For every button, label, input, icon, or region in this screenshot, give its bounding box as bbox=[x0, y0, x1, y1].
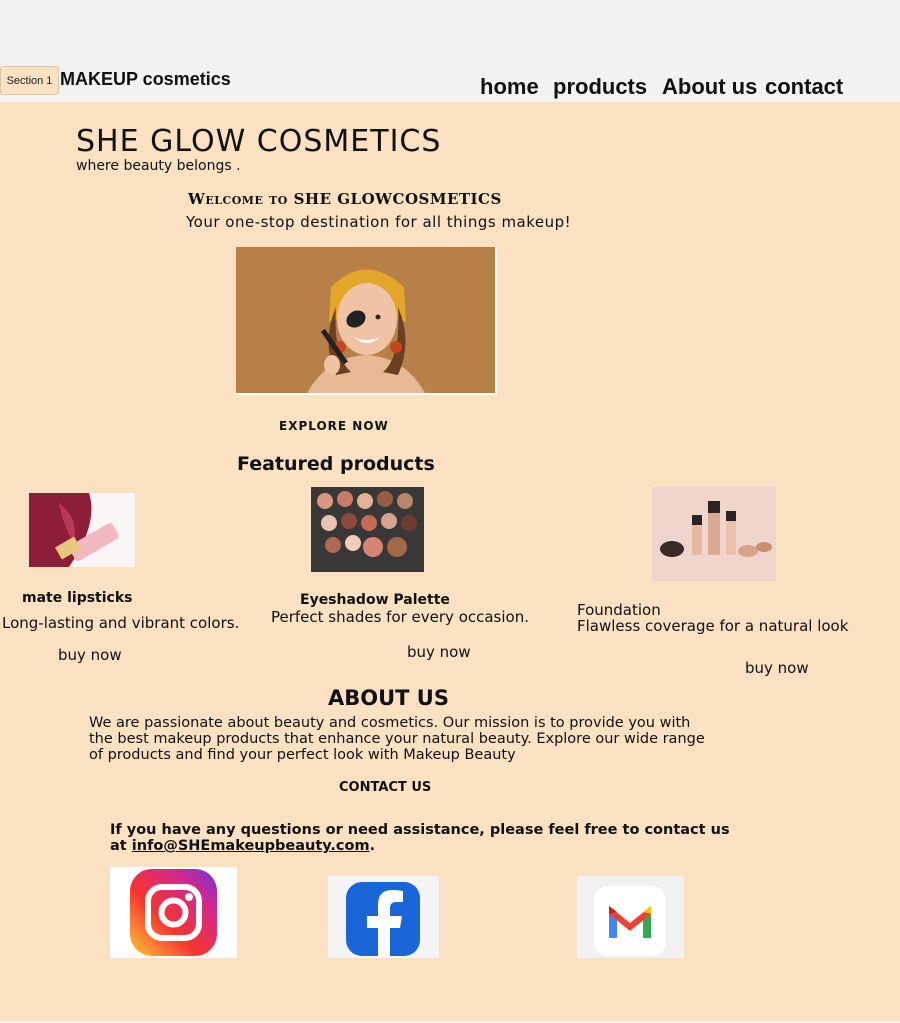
buy-now-eyeshadow-button[interactable]: buy now bbox=[407, 643, 471, 661]
eyeshadow-image bbox=[311, 487, 424, 572]
contact-us-text: If you have any questions or need assist… bbox=[110, 822, 730, 854]
nav-products[interactable]: products bbox=[553, 74, 647, 100]
product-name-lipstick: mate lipsticks bbox=[22, 590, 133, 606]
buy-now-lipstick-button[interactable]: buy now bbox=[58, 646, 122, 664]
gmail-logo bbox=[577, 876, 684, 958]
gmail-icon[interactable] bbox=[577, 876, 684, 958]
site-title: SHE GLOW COSMETICS bbox=[76, 124, 442, 159]
lipstick-illustration bbox=[29, 493, 135, 567]
explore-now-button[interactable]: EXPLORE NOW bbox=[279, 419, 389, 433]
product-desc-eyeshadow: Perfect shades for every occasion. bbox=[271, 608, 529, 626]
top-header: Section 1 MAKEUP cosmetics home products… bbox=[0, 0, 900, 102]
welcome-heading: Welcome to SHE GLOWCOSMETICS bbox=[188, 190, 502, 208]
facebook-logo bbox=[328, 876, 439, 958]
main-content: SHE GLOW COSMETICS where beauty belongs … bbox=[0, 102, 900, 1021]
contact-us-heading: CONTACT US bbox=[339, 780, 432, 795]
nav-home[interactable]: home bbox=[480, 74, 539, 100]
about-us-heading: ABOUT US bbox=[328, 686, 449, 710]
site-tagline: where beauty belongs . bbox=[76, 158, 241, 174]
nav-about-us[interactable]: About us bbox=[662, 74, 757, 100]
featured-products-heading: Featured products bbox=[237, 453, 435, 475]
instagram-logo bbox=[130, 869, 217, 956]
about-us-text: We are passionate about beauty and cosme… bbox=[89, 715, 705, 763]
foundation-image bbox=[652, 487, 776, 581]
lipstick-image bbox=[29, 493, 135, 567]
contact-email-link[interactable]: info@SHEmakeupbeauty.com bbox=[132, 838, 370, 854]
welcome-subtitle: Your one-stop destination for all things… bbox=[186, 213, 572, 231]
product-desc-lipstick: Long-lasting and vibrant colors. bbox=[2, 614, 240, 632]
product-name-eyeshadow: Eyeshadow Palette bbox=[300, 592, 450, 608]
hero-woman-illustration bbox=[236, 247, 495, 393]
hero-image bbox=[236, 247, 497, 395]
facebook-icon[interactable] bbox=[328, 876, 439, 958]
foundation-illustration bbox=[652, 487, 776, 581]
product-desc-foundation: Flawless coverage for a natural look bbox=[577, 617, 849, 635]
contact-end: . bbox=[369, 838, 376, 854]
section-button[interactable]: Section 1 bbox=[0, 66, 59, 95]
instagram-icon[interactable] bbox=[110, 867, 237, 958]
nav-contact[interactable]: contact bbox=[765, 74, 843, 100]
eyeshadow-palette-illustration bbox=[311, 487, 424, 572]
brand-name: MAKEUP cosmetics bbox=[60, 69, 231, 89]
buy-now-foundation-button[interactable]: buy now bbox=[745, 659, 809, 677]
